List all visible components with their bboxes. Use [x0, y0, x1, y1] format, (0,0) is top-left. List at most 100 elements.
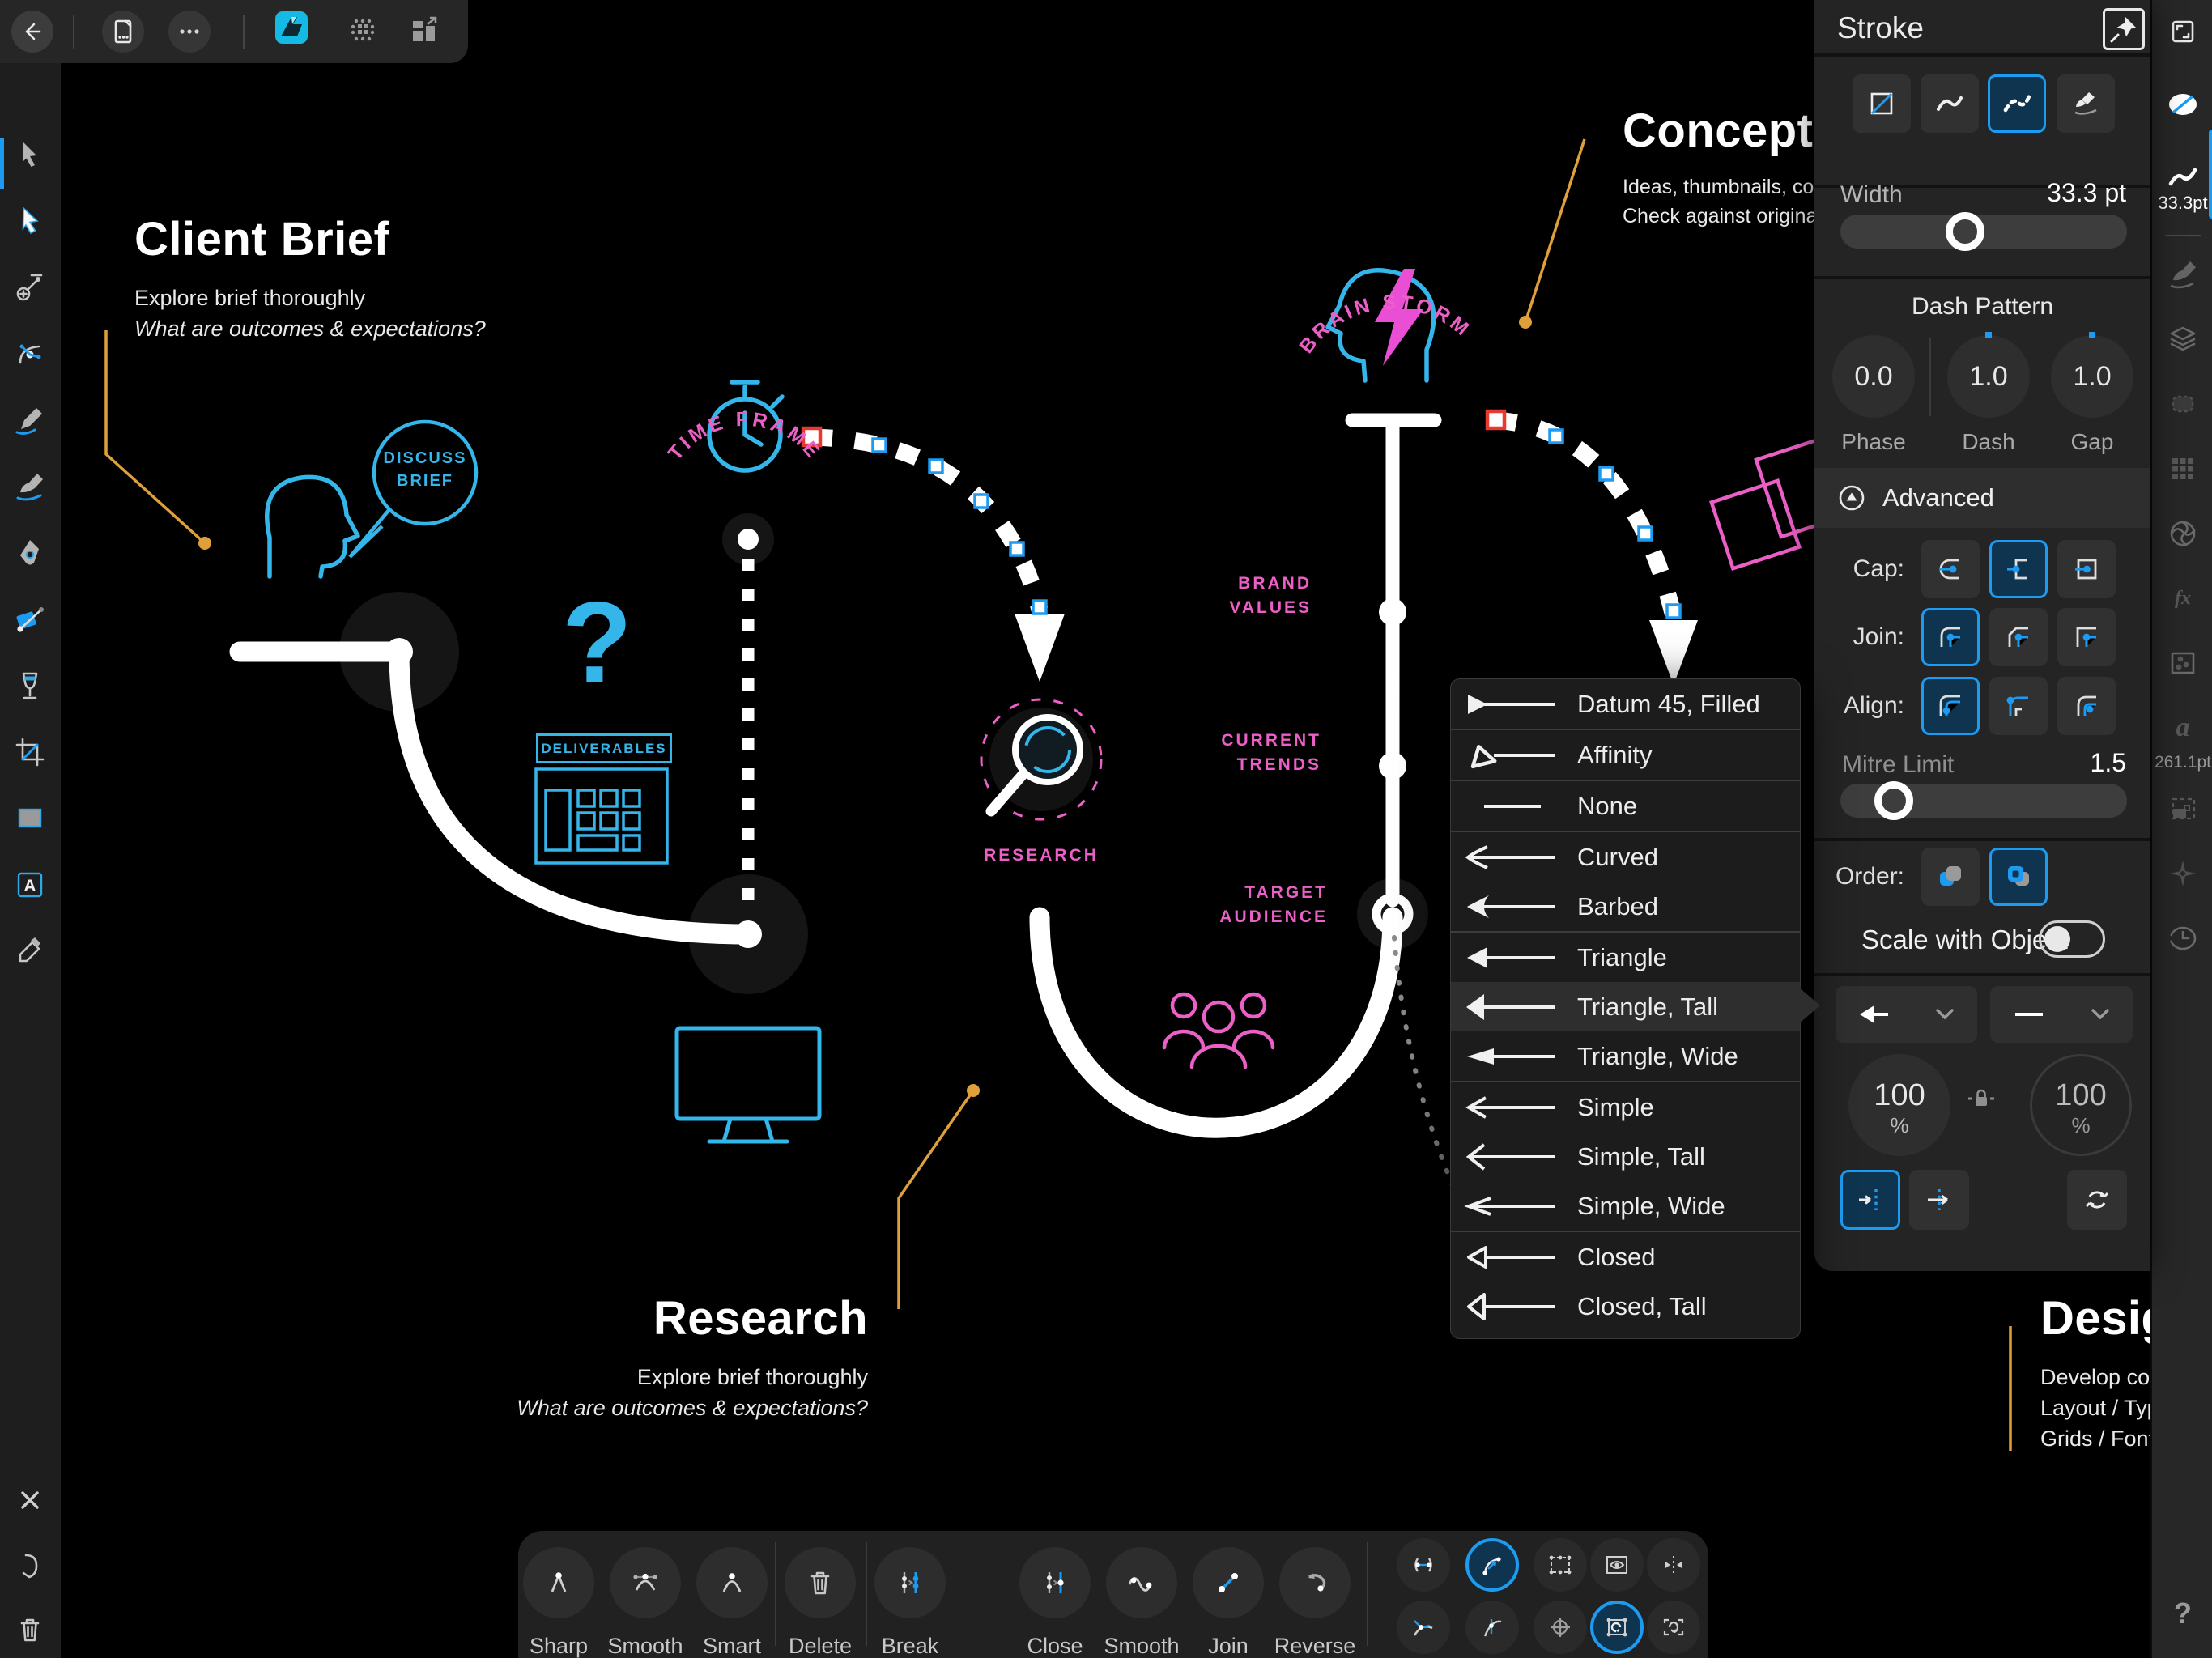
tool-color-picker[interactable]: [5, 926, 55, 976]
close-button[interactable]: [5, 1475, 55, 1525]
smooth-node-button[interactable]: [1106, 1547, 1177, 1618]
tool-fill[interactable]: [5, 594, 55, 644]
menu-item-simple-wide[interactable]: Simple, Wide: [1451, 1181, 1800, 1231]
menu-item-closed[interactable]: Closed: [1451, 1232, 1800, 1282]
width-slider-knob[interactable]: [1946, 212, 1984, 251]
mitre-slider-knob[interactable]: [1874, 781, 1913, 820]
tool-point-transform[interactable]: [5, 262, 55, 312]
join-miter-button[interactable]: [2057, 608, 2116, 666]
smart-node-button[interactable]: [696, 1547, 768, 1618]
tool-node[interactable]: [5, 196, 55, 246]
order-behind-button[interactable]: [1921, 848, 1980, 906]
pixel-persona-button[interactable]: [347, 15, 382, 50]
arrow-at-start-button[interactable]: [1840, 1170, 1900, 1230]
tool-shape[interactable]: [5, 793, 55, 844]
smooth-node-button[interactable]: [610, 1547, 681, 1618]
mitre-slider[interactable]: [1840, 784, 2127, 818]
studio-layers-button[interactable]: [2158, 314, 2208, 364]
designer-persona-button[interactable]: [275, 11, 316, 52]
studio-adjust-button[interactable]: [2158, 638, 2208, 688]
toggle-eye-button[interactable]: [1590, 1538, 1644, 1592]
align-inside-button[interactable]: [1989, 677, 2048, 735]
join-round-button[interactable]: [1921, 608, 1980, 666]
trash-button[interactable]: [5, 1605, 55, 1655]
studio-typography-button[interactable]: a: [2158, 703, 2208, 753]
menu-item-datum45-filled[interactable]: Datum 45, Filled: [1451, 679, 1800, 729]
studio-history-button[interactable]: [2158, 913, 2208, 963]
join-node-button[interactable]: [1193, 1547, 1264, 1618]
fill-swatch-button[interactable]: [2158, 79, 2208, 130]
pin-button[interactable]: [2103, 8, 2145, 50]
menu-item-closed-tall[interactable]: Closed, Tall: [1451, 1282, 1800, 1331]
start-size-dial[interactable]: 100 %: [1848, 1054, 1950, 1156]
menu-item-none[interactable]: None: [1451, 781, 1800, 831]
tool-corner[interactable]: [5, 329, 55, 379]
studio-snapping-button[interactable]: [2158, 848, 2208, 899]
studio-transform-button[interactable]: [2158, 784, 2208, 834]
panel-settings-button[interactable]: [2158, 6, 2208, 57]
more-button[interactable]: [168, 11, 211, 53]
join-bevel-button[interactable]: [1989, 608, 2048, 666]
tool-pen[interactable]: [5, 528, 55, 578]
advanced-toggle[interactable]: Advanced: [1814, 468, 2150, 528]
width-slider[interactable]: [1840, 215, 2127, 249]
tool-move[interactable]: [5, 130, 55, 180]
align-center-button[interactable]: [1921, 677, 1980, 735]
delete-node-button[interactable]: [785, 1547, 856, 1618]
menu-item-triangle-wide[interactable]: Triangle, Wide: [1451, 1031, 1800, 1081]
document-menu-button[interactable]: [102, 11, 144, 53]
arrow-at-end-button[interactable]: [1909, 1170, 1969, 1230]
tool-text[interactable]: A: [5, 860, 55, 910]
toggle-mirror-button[interactable]: [1647, 1538, 1700, 1592]
toggle-marquee-button[interactable]: [1534, 1538, 1587, 1592]
align-outside-button[interactable]: [2057, 677, 2116, 735]
studio-brush-button[interactable]: [2158, 249, 2208, 300]
toggle-rotate-button[interactable]: [1647, 1601, 1700, 1654]
sharp-node-button[interactable]: [523, 1547, 594, 1618]
close-node-button[interactable]: [1019, 1547, 1091, 1618]
menu-item-affinity[interactable]: Affinity: [1451, 730, 1800, 780]
studio-fx-button[interactable]: fx: [2158, 573, 2208, 623]
hook-button[interactable]: [5, 1541, 55, 1592]
tool-vector-brush[interactable]: [5, 461, 55, 512]
tool-crop[interactable]: [5, 727, 55, 777]
stroke-style-solid-button[interactable]: [1921, 74, 1979, 133]
stroke-style-dash-button[interactable]: [1988, 74, 2046, 133]
tool-transparency[interactable]: [5, 661, 55, 711]
back-button[interactable]: [11, 11, 53, 53]
end-arrowhead-select[interactable]: [1990, 986, 2133, 1043]
break-node-button[interactable]: [874, 1547, 946, 1618]
phase-dial[interactable]: 0.0: [1832, 335, 1915, 418]
cap-butt-button[interactable]: [1989, 540, 2048, 598]
tool-pencil[interactable]: [5, 395, 55, 445]
gap-dial[interactable]: 1.0: [2051, 335, 2133, 418]
reverse-node-button[interactable]: [1279, 1547, 1351, 1618]
toggle-transform-button[interactable]: [1590, 1601, 1644, 1654]
help-button[interactable]: ?: [2152, 1596, 2212, 1630]
toggle-handles-button[interactable]: [1397, 1601, 1450, 1654]
menu-item-triangle-tall[interactable]: Triangle, Tall: [1451, 982, 1800, 1031]
toggle-arc-arrow-button[interactable]: [1465, 1538, 1519, 1592]
studio-color-button[interactable]: [2158, 508, 2208, 559]
swap-arrowheads-button[interactable]: [2067, 1170, 2127, 1230]
studio-selection-button[interactable]: [2158, 379, 2208, 429]
menu-item-simple-tall[interactable]: Simple, Tall: [1451, 1132, 1800, 1181]
order-front-button[interactable]: [1989, 848, 2048, 906]
dash-dial[interactable]: 1.0: [1947, 335, 2030, 418]
menu-item-simple[interactable]: Simple: [1451, 1082, 1800, 1132]
menu-item-triangle[interactable]: Triangle: [1451, 933, 1800, 982]
toggle-curve-pin-button[interactable]: [1465, 1601, 1519, 1654]
scale-with-object-toggle[interactable]: [2039, 920, 2105, 958]
end-size-dial[interactable]: 100 %: [2030, 1054, 2132, 1156]
export-persona-button[interactable]: [408, 15, 444, 50]
cap-round-button[interactable]: [1921, 540, 1980, 598]
cap-square-button[interactable]: [2057, 540, 2116, 598]
stroke-style-brush-button[interactable]: [2057, 74, 2115, 133]
start-arrowhead-select[interactable]: [1836, 986, 1977, 1043]
menu-item-curved[interactable]: Curved: [1451, 832, 1800, 882]
toggle-node-gap-button[interactable]: [1397, 1538, 1450, 1592]
toggle-crosshair-button[interactable]: [1534, 1601, 1587, 1654]
stroke-style-none-button[interactable]: [1853, 74, 1911, 133]
studio-swatches-button[interactable]: [2158, 444, 2208, 494]
menu-item-barbed[interactable]: Barbed: [1451, 882, 1800, 931]
